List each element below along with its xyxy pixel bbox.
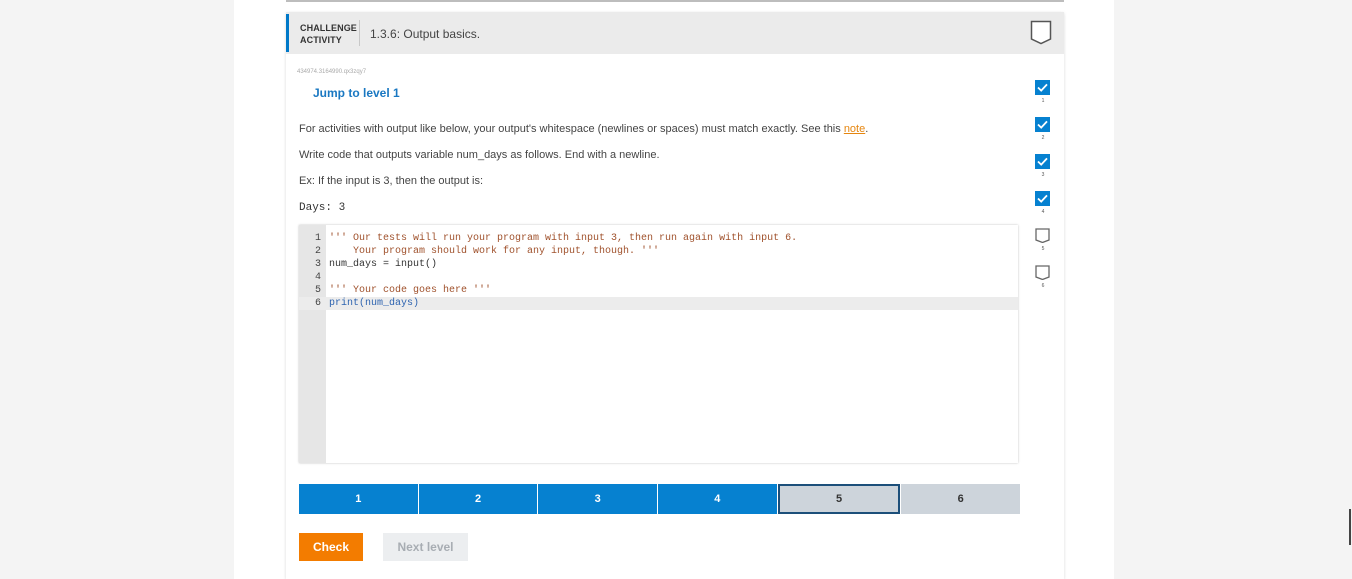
header-separator (359, 20, 360, 46)
top-divider (286, 0, 1064, 2)
activity-type-line1: CHALLENGE (300, 22, 357, 34)
instruction-example: Ex: If the input is 3, then the output i… (299, 175, 483, 187)
level-number: 1 (1033, 98, 1053, 104)
instruction-whitespace: For activities with output like below, y… (299, 123, 868, 135)
line-content: ''' Your code goes here ''' (329, 284, 491, 297)
instruction-whitespace-text: For activities with output like below, y… (299, 123, 844, 135)
instruction-period: . (865, 123, 868, 135)
window-edge-marker (1349, 509, 1351, 545)
level-indicator-1: 1 (1033, 80, 1053, 116)
level-progress-bar: 1 2 3 4 5 6 (299, 484, 1021, 514)
level-indicator-6: 6 (1033, 265, 1053, 301)
activity-title: 1.3.6: Output basics. (370, 27, 480, 41)
level-segment-5[interactable]: 5 (778, 484, 901, 514)
line-number: 2 (299, 245, 321, 258)
jump-to-level-link[interactable]: Jump to level 1 (313, 86, 400, 100)
instruction-task: Write code that outputs variable num_day… (299, 149, 660, 161)
code-line[interactable]: 5 ''' Your code goes here ''' (299, 284, 1018, 297)
level-number: 4 (1033, 209, 1053, 215)
checkbox-checked-icon (1035, 191, 1050, 206)
line-content: ''' Our tests will run your program with… (329, 232, 797, 245)
code-line-active[interactable]: 6 print(num_days) (299, 297, 1018, 310)
checkbox-empty-icon (1035, 228, 1050, 243)
next-level-button[interactable]: Next level (383, 533, 468, 561)
activity-type-label: CHALLENGE ACTIVITY (300, 22, 357, 46)
level-segment-4[interactable]: 4 (658, 484, 777, 514)
line-number: 4 (299, 271, 321, 284)
code-line[interactable]: 4 (299, 271, 1018, 284)
activity-id: 434974.3164990.qx3zqy7 (297, 69, 366, 75)
level-segment-1[interactable]: 1 (299, 484, 418, 514)
level-number: 5 (1033, 246, 1053, 252)
checkbox-checked-icon (1035, 117, 1050, 132)
line-number: 5 (299, 284, 321, 297)
level-indicator-4: 4 (1033, 191, 1053, 227)
code-line[interactable]: 3 num_days = input() (299, 258, 1018, 271)
level-number: 6 (1033, 283, 1053, 289)
checkbox-checked-icon (1035, 154, 1050, 169)
activity-type-line2: ACTIVITY (300, 34, 357, 46)
level-indicator-3: 3 (1033, 154, 1053, 190)
line-content: print(num_days) (329, 297, 419, 310)
level-number: 2 (1033, 135, 1053, 141)
checkbox-checked-icon (1035, 80, 1050, 95)
level-number: 3 (1033, 172, 1053, 178)
completion-badge-icon (1030, 20, 1052, 45)
level-segment-2[interactable]: 2 (419, 484, 538, 514)
code-line[interactable]: 1 ''' Our tests will run your program wi… (299, 232, 1018, 245)
code-editor[interactable]: 1 ''' Our tests will run your program wi… (299, 225, 1018, 463)
check-button[interactable]: Check (299, 533, 363, 561)
line-content: Your program should work for any input, … (329, 245, 659, 258)
header-accent-bar (286, 14, 289, 52)
example-output: Days: 3 (299, 202, 345, 214)
checkbox-empty-icon (1035, 265, 1050, 280)
activity-header: CHALLENGE ACTIVITY 1.3.6: Output basics. (286, 12, 1064, 54)
line-number: 1 (299, 232, 321, 245)
level-segment-6[interactable]: 6 (901, 484, 1020, 514)
level-indicator-2: 2 (1033, 117, 1053, 153)
line-number: 6 (299, 297, 321, 310)
code-line[interactable]: 2 Your program should work for any input… (299, 245, 1018, 258)
line-number: 3 (299, 258, 321, 271)
line-content: num_days = input() (329, 258, 437, 271)
note-link[interactable]: note (844, 123, 865, 135)
challenge-activity-card: CHALLENGE ACTIVITY 1.3.6: Output basics.… (286, 12, 1064, 579)
level-indicator-5: 5 (1033, 228, 1053, 264)
level-segment-3[interactable]: 3 (538, 484, 657, 514)
